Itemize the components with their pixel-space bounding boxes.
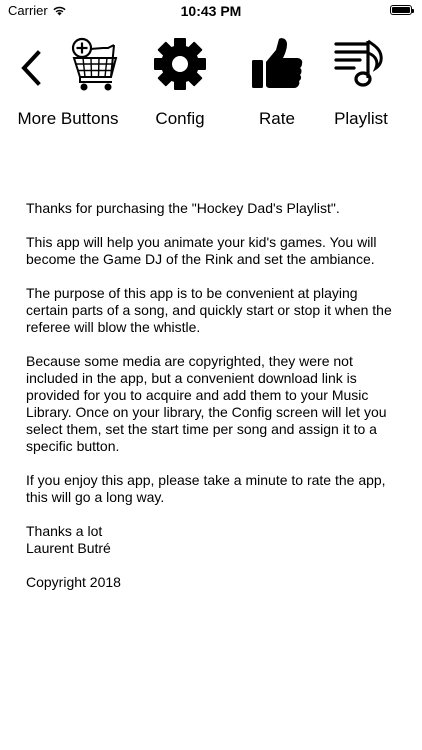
toolbar: More Buttons Config Rate Playlist [0, 36, 422, 136]
more-buttons-label: More Buttons [17, 109, 119, 128]
battery-level [392, 7, 410, 13]
playlist-button[interactable]: Playlist [330, 36, 392, 129]
about-text: Thanks for purchasing the "Hockey Dad's … [26, 200, 401, 608]
signature: Thanks a lot Laurent Butré [26, 523, 401, 557]
rate-label: Rate [259, 109, 295, 128]
paragraph-rate-request: If you enjoy this app, please take a min… [26, 472, 386, 505]
music-playlist-icon [334, 39, 383, 87]
thumbs-up-icon [252, 38, 303, 88]
more-buttons-button[interactable]: More Buttons [12, 36, 124, 129]
status-bar: Carrier 10:43 PM [0, 0, 422, 22]
paragraph-purpose: The purpose of this app is to be conveni… [26, 285, 392, 335]
paragraph-intro: This app will help you animate your kid'… [26, 234, 377, 267]
copyright-text: Copyright 2018 [26, 574, 121, 590]
rate-button[interactable]: Rate [242, 36, 312, 129]
signature-author: Laurent Butré [26, 540, 111, 556]
signature-thanks: Thanks a lot [26, 523, 103, 539]
status-time: 10:43 PM [180, 3, 242, 19]
config-button[interactable]: Config [145, 36, 215, 129]
gear-icon [154, 38, 206, 90]
config-label: Config [155, 109, 205, 128]
battery-icon [390, 5, 414, 15]
paragraph-thanks: Thanks for purchasing the "Hockey Dad's … [26, 200, 340, 216]
paragraph-copyright-notice: Because some media are copyrighted, they… [26, 353, 387, 454]
playlist-label: Playlist [334, 109, 388, 128]
cart-add-icon [71, 37, 118, 91]
